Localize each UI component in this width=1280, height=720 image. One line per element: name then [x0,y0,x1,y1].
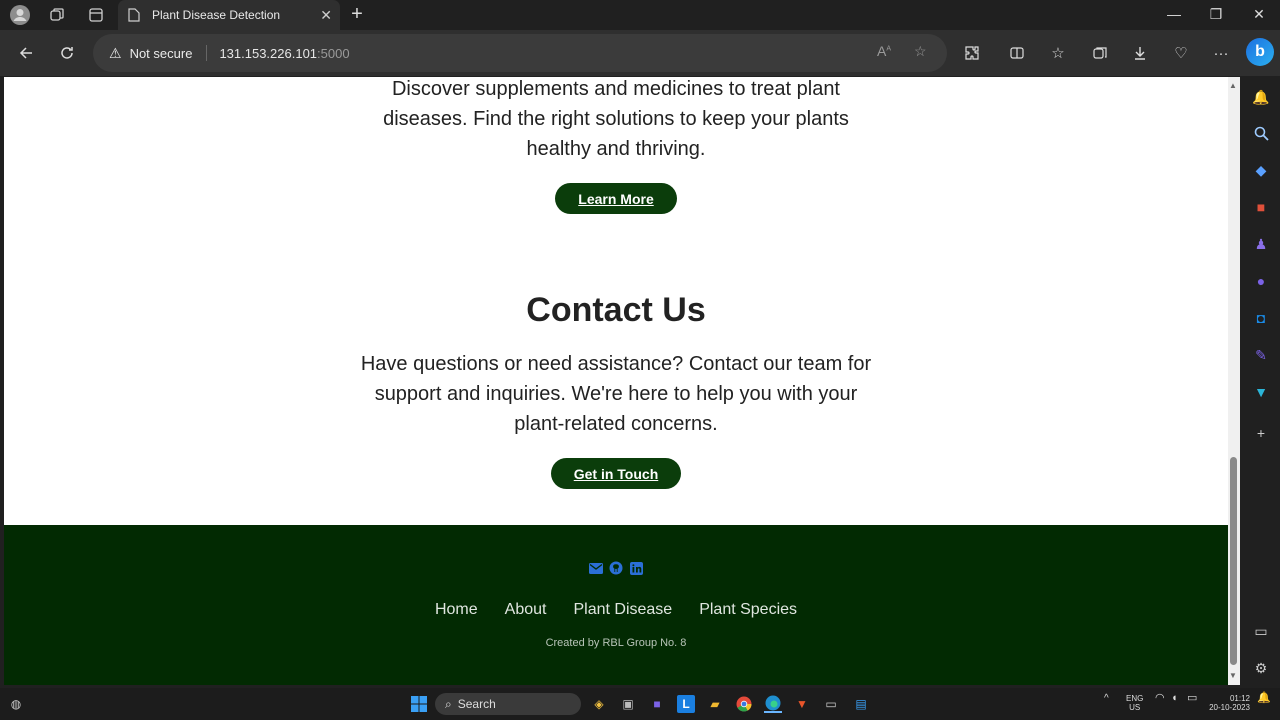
learn-more-button[interactable]: Learn More [555,183,677,214]
back-button[interactable] [14,42,38,64]
favorites-icon[interactable]: ☆ [1047,42,1069,64]
tools-icon[interactable]: ■ [1251,197,1271,217]
url-port: :5000 [317,45,350,61]
edge-sidebar: 🔔 ◆ ■ ♟ ● ◘ ✎ ▼ + ▭ ⚙ [1242,77,1280,685]
github-icon[interactable] [609,561,623,575]
split-screen-icon[interactable] [1006,42,1028,64]
minimize-button[interactable]: — [1159,6,1189,22]
edge-browser-icon[interactable] [764,695,782,713]
brave-browser-icon[interactable]: ▼ [793,695,811,713]
refresh-button[interactable] [55,42,79,64]
volume-icon[interactable]: ◖ [1171,693,1178,704]
clock[interactable]: 01:12 20-10-2023 [1206,694,1250,712]
terminal-icon[interactable]: ▭ [822,695,840,713]
supplements-text-line-2: diseases. Find the right solutions to ke… [383,108,849,130]
teams-icon[interactable]: ■ [648,695,666,713]
tab-title: Plant Disease Detection [152,8,281,22]
scrollbar-thumb[interactable] [1230,457,1237,665]
shopping-tag-icon[interactable]: ◆ [1251,160,1271,180]
performance-icon[interactable]: ♡ [1170,42,1192,64]
search-icon[interactable] [1251,123,1271,143]
footer-link-plant-disease[interactable]: Plant Disease [573,601,672,619]
hide-sidebar-icon[interactable]: ▭ [1251,621,1271,641]
page-viewport: Discover supplements and medicines to tr… [4,77,1228,685]
windows-taskbar: ◍ ⌕ Search ◈ ▣ ■ L ▰ ▼ ▭ ▤ ^ ENG US ◠ ◖ … [0,688,1280,720]
divider [206,45,208,61]
workspaces-icon[interactable] [46,4,68,26]
notification-bell-icon[interactable]: 🔔 [1257,693,1271,704]
office-icon[interactable]: ● [1251,271,1271,291]
games-icon[interactable]: ♟ [1251,234,1271,254]
social-links [4,561,1228,575]
scroll-up-arrow-icon[interactable]: ▲ [1229,81,1237,90]
lang-top: ENG [1126,694,1144,703]
tray-overflow-icon[interactable]: ^ [1104,694,1109,704]
battery-icon[interactable]: ▭ [1187,693,1197,704]
footer-link-about[interactable]: About [505,601,547,619]
taskbar-search[interactable]: ⌕ Search [435,693,581,715]
settings-gear-icon[interactable]: ⚙ [1251,658,1271,678]
linkedin-icon[interactable] [629,561,643,575]
read-aloud-icon[interactable]: AA [877,43,891,59]
footer: Home About Plant Disease Plant Species C… [4,525,1228,685]
page-scrollbar[interactable]: ▲ ▼ [1228,77,1240,685]
contact-text-line-3: plant-related concerns. [514,413,718,435]
outlook-icon[interactable]: ◘ [1251,308,1271,328]
supplements-text-line-1: Discover supplements and medicines to tr… [391,78,840,100]
search-icon: ⌕ [445,696,452,711]
security-label[interactable]: Not secure [130,46,193,61]
favorite-star-icon[interactable]: ☆ [914,43,927,60]
contact-text-line-2: support and inquiries. We're here to hel… [374,383,858,405]
footer-credit: Created by RBL Group No. 8 [545,637,687,649]
url-bar[interactable]: ⚠ Not secure 131.153.226.101:5000 AA ☆ [93,34,947,72]
active-tab[interactable]: Plant Disease Detection ✕ [118,0,340,30]
notifications-bell-icon[interactable]: 🔔 [1251,87,1271,107]
file-explorer-icon[interactable]: ▰ [706,695,724,713]
url-host: 131.153.226.101 [219,45,318,61]
warning-icon[interactable]: ⚠ [109,45,122,62]
profile-avatar-icon[interactable] [9,4,31,26]
drop-icon[interactable]: ▼ [1251,382,1271,402]
clock-time: 01:12 [1229,694,1250,703]
wifi-icon[interactable]: ◠ [1155,693,1165,704]
lang-bottom: US [1129,703,1141,712]
add-sidebar-app-icon[interactable]: + [1251,423,1271,443]
copilot-taskbar-icon[interactable]: ◈ [590,695,608,713]
contact-heading: Contact Us [526,291,706,329]
scroll-down-arrow-icon[interactable]: ▼ [1229,671,1237,680]
task-view-icon[interactable]: ▣ [619,695,637,713]
page-icon [128,8,142,22]
new-tab-button[interactable]: + [346,4,368,24]
get-in-touch-button[interactable]: Get in Touch [551,458,681,489]
browser-tab-bar: Plant Disease Detection ✕ + — ❐ ✕ [0,0,1280,30]
collections-icon[interactable] [1089,42,1111,64]
clock-date: 20-10-2023 [1209,703,1250,712]
maximize-button[interactable]: ❐ [1201,6,1231,23]
copilot-icon[interactable]: b [1246,38,1274,66]
extensions-icon[interactable] [961,42,983,64]
supplements-text-line-3: healthy and thriving. [526,138,706,160]
language-indicator[interactable]: ENG US [1126,694,1143,712]
close-window-button[interactable]: ✕ [1244,6,1274,23]
app-l-icon[interactable]: L [677,695,695,713]
downloads-icon[interactable] [1129,42,1151,64]
footer-link-plant-species[interactable]: Plant Species [699,601,797,619]
chrome-icon[interactable] [735,695,753,713]
email-icon[interactable] [589,561,603,575]
footer-nav: Home About Plant Disease Plant Species [4,601,1228,619]
footer-link-home[interactable]: Home [435,601,478,619]
start-windows-icon[interactable] [410,695,428,713]
designer-icon[interactable]: ✎ [1251,345,1271,365]
weather-widget-icon[interactable]: ◍ [7,695,25,713]
notepad-icon[interactable]: ▤ [852,695,870,713]
contact-text-line-1: Have questions or need assistance? Conta… [360,353,872,375]
more-menu-icon[interactable]: ··· [1210,42,1232,64]
vertical-tabs-icon[interactable] [85,4,107,26]
close-tab-icon[interactable]: ✕ [320,7,332,24]
address-bar-row: ⚠ Not secure 131.153.226.101:5000 AA ☆ ☆… [0,30,1280,76]
taskbar-search-label: Search [457,697,496,711]
